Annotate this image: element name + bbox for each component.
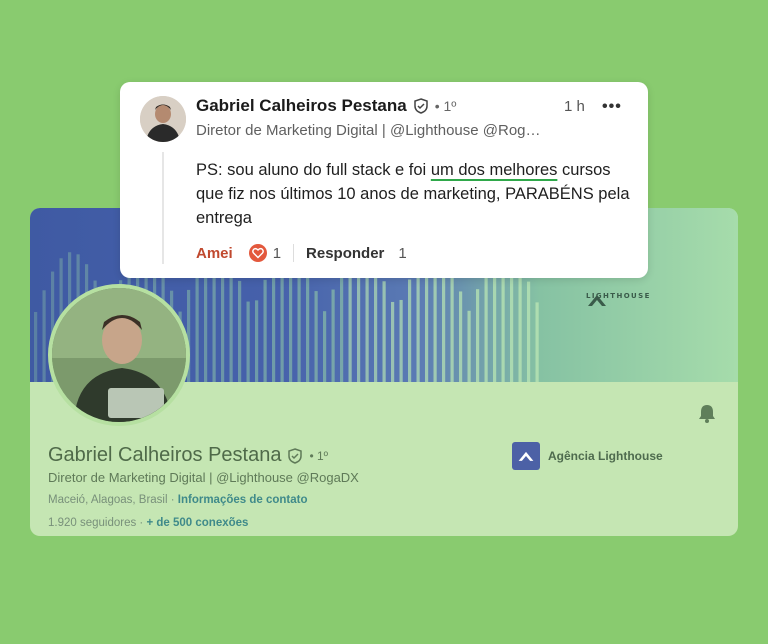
banner-stripe xyxy=(314,291,318,382)
profile-stats-row: 1.920 seguidores · + de 500 conexões xyxy=(48,517,248,529)
company-logo-icon xyxy=(512,442,540,470)
bell-icon[interactable] xyxy=(696,402,718,424)
verified-shield-icon xyxy=(413,98,428,114)
action-divider xyxy=(293,244,295,262)
company-name: Agência Lighthouse xyxy=(548,449,663,463)
banner-stripe xyxy=(382,281,386,382)
comment-author-degree: • 1º xyxy=(434,98,457,114)
comment-author-headline: Diretor de Marketing Digital | @Lighthou… xyxy=(196,122,541,139)
banner-stripe xyxy=(476,289,480,382)
banner-stripe xyxy=(246,301,250,382)
comment-actions: Amei 1 Responder 1 xyxy=(196,244,407,262)
banner-stripe xyxy=(331,289,335,382)
profile-location-row: Maceió, Alagoas, Brasil · Informações de… xyxy=(48,494,308,506)
banner-stripe xyxy=(229,264,233,382)
lighthouse-logo-icon xyxy=(588,295,606,306)
location-separator: · xyxy=(167,494,178,506)
profile-headline: Diretor de Marketing Digital | @Lighthou… xyxy=(48,470,359,485)
contact-info-link[interactable]: Informações de contato xyxy=(178,494,308,506)
profile-photo-icon xyxy=(52,288,186,422)
reply-count[interactable]: 1 xyxy=(398,245,406,262)
banner-stripe xyxy=(459,291,463,382)
banner-stripe xyxy=(391,301,395,382)
banner-stripe xyxy=(399,299,403,382)
banner-stripe xyxy=(535,302,539,382)
commenter-photo-icon xyxy=(140,96,186,142)
banner-stripe xyxy=(34,312,38,382)
banner-stripe xyxy=(42,290,46,382)
verified-shield-icon xyxy=(288,447,303,464)
comment-text-highlight: um dos melhores xyxy=(430,161,558,179)
banner-stripe xyxy=(272,263,276,382)
thread-line xyxy=(162,152,164,264)
banner-brand-logo: LIGHTHOUSE xyxy=(586,292,651,306)
profile-avatar[interactable] xyxy=(48,284,190,426)
banner-stripe xyxy=(340,270,344,382)
company-item[interactable]: Agência Lighthouse xyxy=(512,442,663,470)
comment-author-row: Gabriel Calheiros Pestana • 1º xyxy=(196,96,456,116)
connections-link[interactable]: + de 500 conexões xyxy=(146,517,248,529)
banner-stripe xyxy=(450,272,454,382)
banner-stripe xyxy=(238,280,242,382)
reply-button[interactable]: Responder xyxy=(306,245,384,262)
banner-stripe xyxy=(374,264,378,382)
reaction-count[interactable]: 1 xyxy=(273,245,281,262)
banner-stripe xyxy=(195,271,199,382)
heart-reaction-icon xyxy=(248,244,267,262)
comment-author-name[interactable]: Gabriel Calheiros Pestana xyxy=(196,96,407,116)
banner-stripe xyxy=(467,310,471,382)
banner-stripe xyxy=(263,279,267,382)
banner-stripe xyxy=(323,311,327,382)
banner-stripe xyxy=(306,272,310,382)
banner-stripe xyxy=(527,281,531,382)
stats-separator: · xyxy=(136,517,147,529)
profile-degree: • 1º xyxy=(309,448,329,463)
more-icon[interactable]: ••• xyxy=(602,98,622,116)
profile-location: Maceió, Alagoas, Brasil xyxy=(48,494,168,506)
comment-card: Gabriel Calheiros Pestana • 1º 1 h ••• D… xyxy=(120,82,648,278)
comment-time: 1 h xyxy=(564,98,585,115)
comment-avatar[interactable] xyxy=(140,96,186,142)
banner-stripe xyxy=(518,264,522,382)
love-reaction-button[interactable]: Amei xyxy=(196,245,233,262)
comment-body: PS: sou aluno do full stack e foi um dos… xyxy=(196,158,636,230)
banner-stripe xyxy=(416,263,420,382)
banner-stripe xyxy=(484,270,488,382)
followers-count: 1.920 seguidores xyxy=(48,517,137,529)
profile-name: Gabriel Calheiros Pestana xyxy=(48,444,282,466)
banner-stripe xyxy=(255,300,259,382)
profile-name-row: Gabriel Calheiros Pestana • 1º xyxy=(48,444,328,467)
banner-stripe xyxy=(408,279,412,382)
comment-text-start: PS: sou aluno do full stack e foi xyxy=(196,161,431,179)
